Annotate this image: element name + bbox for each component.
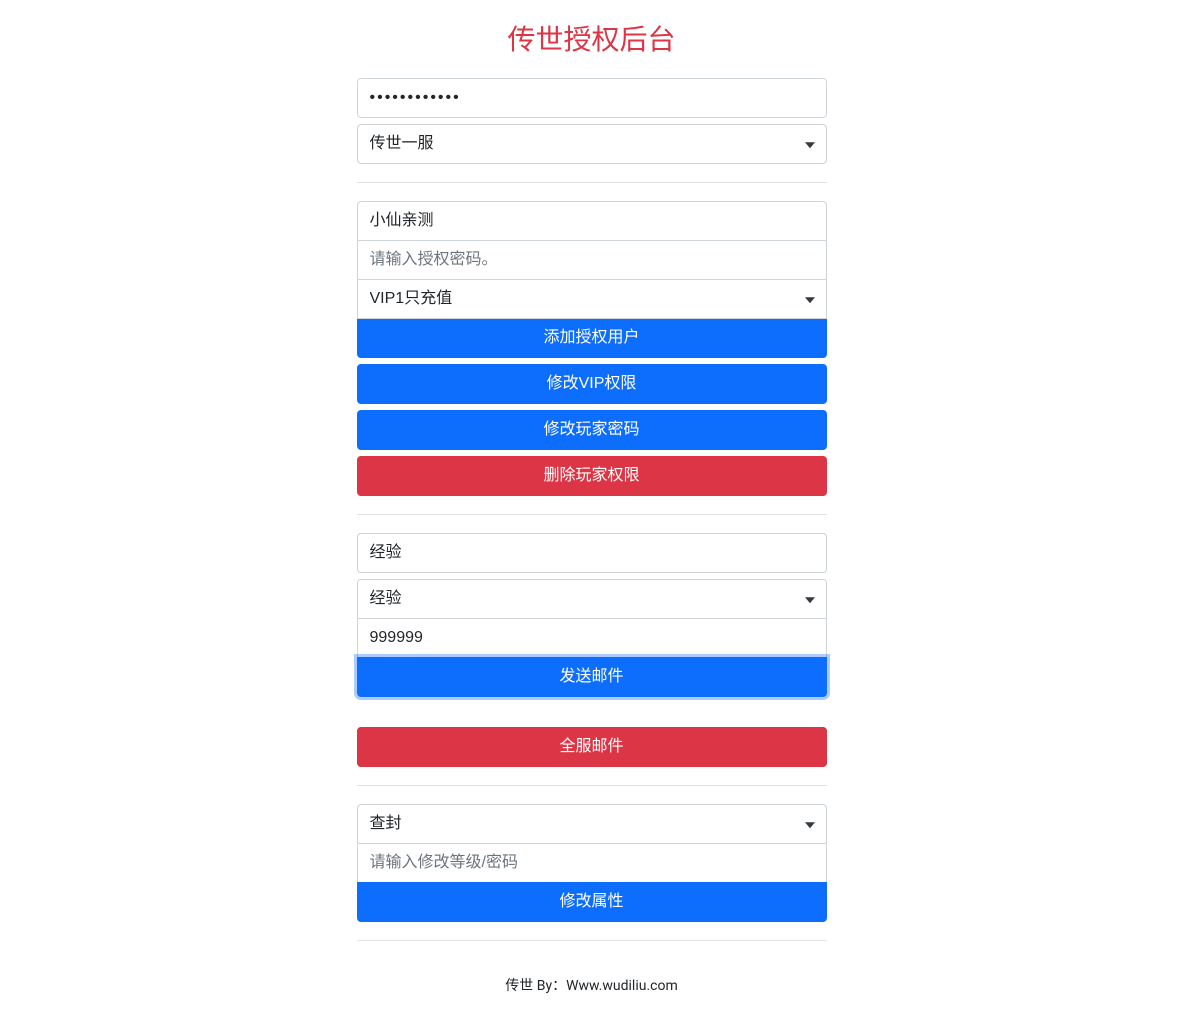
divider xyxy=(357,182,827,183)
modify-level-input[interactable] xyxy=(357,843,827,883)
server-select[interactable]: 传世一服 xyxy=(357,124,827,164)
username-input[interactable] xyxy=(357,201,827,241)
divider xyxy=(357,785,827,786)
add-auth-user-button[interactable]: 添加授权用户 xyxy=(357,318,827,358)
full-server-mail-section: 全服邮件 xyxy=(357,727,827,767)
main-container: 传世授权后台 传世一服 VIP1只充值 添加授权用户 修改VIP权限 修改玩家密… xyxy=(357,0,827,1015)
divider xyxy=(357,514,827,515)
item-select[interactable]: 经验 xyxy=(357,579,827,619)
delete-permission-button[interactable]: 删除玩家权限 xyxy=(357,456,827,496)
item-input[interactable] xyxy=(357,533,827,573)
modify-attr-section: 查封 修改属性 xyxy=(357,804,827,922)
ban-select[interactable]: 查封 xyxy=(357,804,827,844)
send-mail-button[interactable]: 发送邮件 xyxy=(357,657,827,697)
admin-password-input[interactable] xyxy=(357,78,827,118)
vip-select[interactable]: VIP1只充值 xyxy=(357,279,827,319)
auth-password-input[interactable] xyxy=(357,240,827,280)
divider xyxy=(357,940,827,941)
mail-section: 经验 发送邮件 xyxy=(357,533,827,697)
full-server-mail-button[interactable]: 全服邮件 xyxy=(357,727,827,767)
auth-section: 传世一服 xyxy=(357,78,827,164)
amount-input[interactable] xyxy=(357,618,827,658)
modify-vip-button[interactable]: 修改VIP权限 xyxy=(357,364,827,404)
modify-password-button[interactable]: 修改玩家密码 xyxy=(357,410,827,450)
user-auth-section: VIP1只充值 添加授权用户 修改VIP权限 修改玩家密码 删除玩家权限 xyxy=(357,201,827,496)
page-title: 传世授权后台 xyxy=(357,0,827,78)
modify-attr-button[interactable]: 修改属性 xyxy=(357,882,827,922)
footer-text: 传世 By：Www.wudiliu.com xyxy=(357,959,827,995)
spacer xyxy=(357,697,827,727)
